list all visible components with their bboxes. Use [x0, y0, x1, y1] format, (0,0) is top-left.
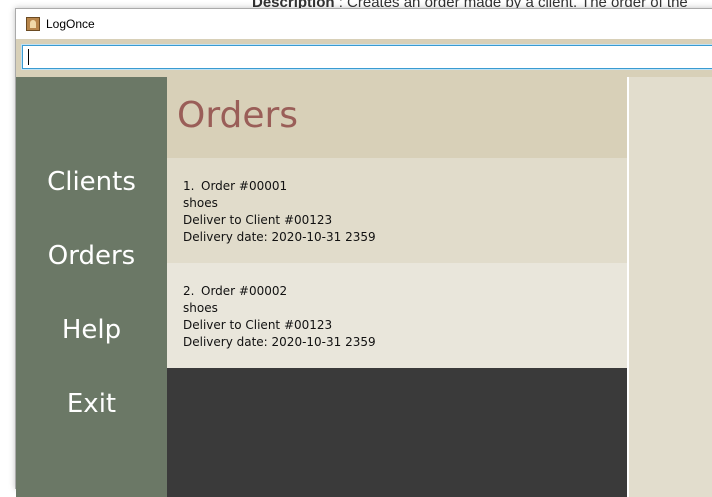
order-item: shoes — [183, 301, 218, 315]
order-card[interactable]: 2. Order #00002 shoes Deliver to Client #… — [167, 263, 627, 368]
app-window: LogOnce Clients Orders Help Exit Orders … — [15, 8, 712, 497]
order-delivery-date: Delivery date: 2020-10-31 2359 — [183, 230, 376, 244]
sidebar-item-exit[interactable]: Exit — [16, 389, 167, 419]
order-item: shoes — [183, 196, 218, 210]
order-deliver-to: Deliver to Client #00123 — [183, 318, 333, 332]
sidebar-item-orders[interactable]: Orders — [16, 241, 167, 271]
order-index: 2. — [183, 284, 195, 298]
sidebar-item-clients[interactable]: Clients — [16, 167, 167, 197]
order-number: Order #00002 — [201, 284, 288, 298]
text-caret — [28, 49, 29, 65]
window-title: LogOnce — [46, 17, 95, 31]
command-bar — [16, 39, 712, 77]
order-heading: 1. Order #00001 — [183, 178, 627, 195]
order-delivery-date: Delivery date: 2020-10-31 2359 — [183, 335, 376, 349]
orders-header: Orders — [167, 77, 627, 158]
sidebar: Clients Orders Help Exit — [16, 77, 167, 497]
app-icon — [26, 17, 40, 31]
order-index: 1. — [183, 179, 195, 193]
order-heading: 2. Order #00002 — [183, 283, 627, 300]
command-input[interactable] — [21, 44, 712, 70]
order-number: Order #00001 — [201, 179, 288, 193]
right-panel — [627, 77, 712, 497]
title-bar[interactable]: LogOnce — [16, 9, 712, 39]
sidebar-item-help[interactable]: Help — [16, 315, 167, 345]
page-title: Orders — [177, 95, 299, 136]
orders-panel: Orders 1. Order #00001 shoes Deliver to C… — [167, 77, 627, 497]
order-deliver-to: Deliver to Client #00123 — [183, 213, 333, 227]
order-card[interactable]: 1. Order #00001 shoes Deliver to Client #… — [167, 158, 627, 263]
